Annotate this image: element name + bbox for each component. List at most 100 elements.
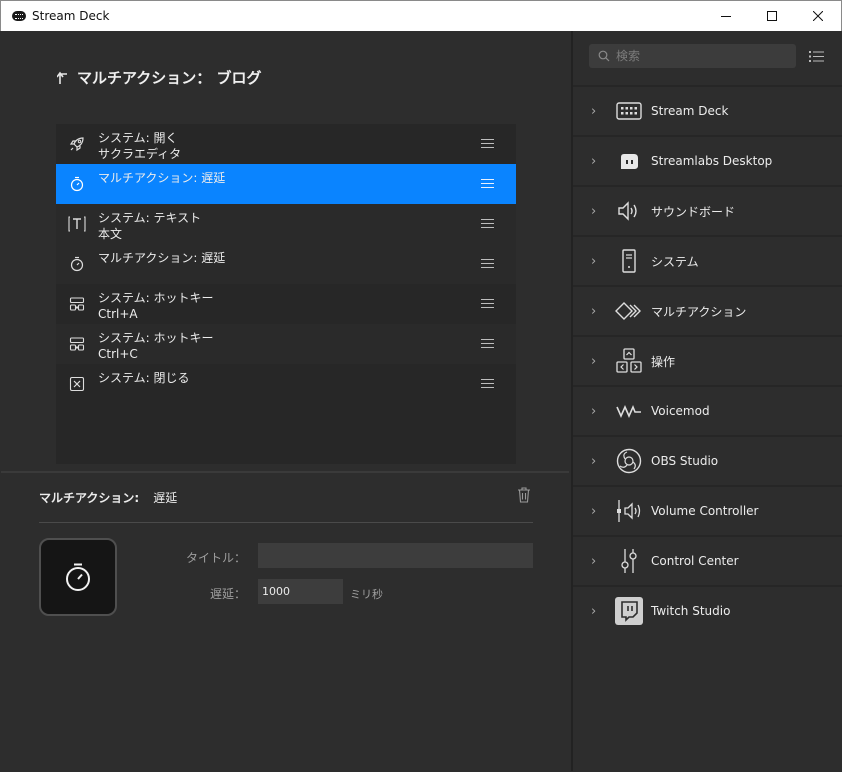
chevron-right-icon: › [591, 603, 597, 619]
key-preview[interactable] [39, 538, 117, 616]
action-name: システム: 閉じる [98, 371, 190, 385]
title-field[interactable] [258, 543, 533, 568]
action-name: システム: テキスト [98, 211, 202, 225]
title-field-label: タイトル： [185, 551, 246, 565]
category-navigation[interactable]: › 操作 [573, 335, 842, 385]
hotkey-icon [69, 297, 85, 311]
category-label: OBS Studio [651, 454, 719, 468]
drag-handle-icon[interactable] [481, 339, 494, 348]
stopwatch-icon [70, 176, 84, 192]
trash-icon[interactable] [517, 487, 531, 503]
inspector-title: マルチアクション: 遅延 [39, 489, 177, 506]
search-box[interactable] [589, 44, 796, 68]
multi-action-header: マルチアクション： ブログ [57, 67, 261, 88]
minimize-icon [721, 16, 731, 17]
search-input[interactable] [616, 49, 786, 63]
maximize-icon [767, 11, 777, 21]
action-detail: サクラエディタ [98, 147, 182, 161]
computer-icon [622, 249, 636, 273]
category-label: サウンドボード [651, 204, 736, 219]
stream-deck-app-icon [12, 11, 26, 21]
delay-unit: ミリ秒 [350, 588, 383, 601]
back-arrow-icon[interactable] [57, 71, 69, 85]
rocket-icon [69, 137, 84, 152]
delay-field[interactable] [258, 579, 343, 604]
category-twitch-studio[interactable]: › Twitch Studio [573, 585, 842, 635]
action-row-hotkey-c[interactable]: システム: ホットキー Ctrl+C [56, 324, 516, 364]
category-label: システム [651, 254, 699, 269]
hotkey-icon [69, 337, 85, 351]
action-row-text[interactable]: システム: テキスト 本文 [56, 204, 516, 244]
action-detail: Ctrl+C [98, 347, 138, 361]
category-label: Streamlabs Desktop [651, 154, 773, 168]
chevron-right-icon: › [591, 453, 597, 469]
category-volume-controller[interactable]: › Volume Controller [573, 485, 842, 535]
streamlabs-icon [621, 154, 638, 169]
category-label: Volume Controller [651, 504, 759, 518]
twitch-icon [615, 597, 643, 625]
navigation-icon [616, 348, 642, 373]
chevron-right-icon: › [591, 503, 597, 519]
action-row-close[interactable]: システム: 閉じる [56, 364, 516, 404]
action-detail: 本文 [98, 227, 123, 241]
text-icon [68, 216, 86, 232]
action-name: システム: ホットキー [98, 331, 214, 345]
action-list: システム: 開く サクラエディタ マルチアクション: 遅延 システム: テキスト本… [56, 124, 516, 464]
drag-handle-icon[interactable] [481, 299, 494, 308]
maximize-button[interactable] [749, 1, 795, 31]
minimize-button[interactable] [703, 1, 749, 31]
sliders-icon [621, 549, 637, 573]
category-system[interactable]: › システム [573, 235, 842, 285]
stopwatch-icon [66, 563, 90, 591]
action-row-hotkey-a[interactable]: システム: ホットキー Ctrl+A [56, 284, 516, 324]
panel-divider[interactable] [1, 471, 569, 473]
stream-deck-icon [616, 102, 642, 120]
category-label: Twitch Studio [651, 604, 731, 618]
multi-action-editor: マルチアクション： ブログ システム: 開く サクラエディタ マルチアクション: … [1, 31, 569, 771]
window-titlebar: Stream Deck [0, 0, 842, 31]
category-label: Stream Deck [651, 104, 729, 118]
category-soundboard[interactable]: › サウンドボード [573, 185, 842, 235]
drag-handle-icon[interactable] [481, 259, 494, 268]
category-obs-studio[interactable]: › OBS Studio [573, 435, 842, 485]
chevron-right-icon: › [591, 353, 597, 369]
action-name: システム: ホットキー [98, 291, 214, 305]
action-name: マルチアクション: 遅延 [98, 171, 226, 185]
category-label: Control Center [651, 554, 739, 568]
action-row-delay-selected[interactable]: マルチアクション: 遅延 [56, 164, 516, 204]
search-icon [598, 50, 610, 62]
chevron-right-icon: › [591, 153, 597, 169]
category-voicemod[interactable]: › Voicemod [573, 385, 842, 435]
close-window-button[interactable] [795, 1, 841, 31]
obs-icon [616, 448, 642, 474]
category-control-center[interactable]: › Control Center [573, 535, 842, 585]
close-icon [813, 11, 823, 21]
drag-handle-icon[interactable] [481, 179, 494, 188]
chevron-right-icon: › [591, 103, 597, 119]
chevron-right-icon: › [591, 553, 597, 569]
inspector-action-name: 遅延 [153, 491, 178, 505]
action-row-delay[interactable]: マルチアクション: 遅延 [56, 244, 516, 284]
window-title: Stream Deck [32, 9, 110, 23]
chevron-right-icon: › [591, 203, 597, 219]
action-row-open[interactable]: システム: 開く サクラエディタ [56, 124, 516, 164]
volume-controller-icon [617, 500, 641, 522]
category-multi-action[interactable]: › マルチアクション [573, 285, 842, 335]
category-label: マルチアクション [651, 304, 747, 319]
drag-handle-icon[interactable] [481, 139, 494, 148]
chevron-right-icon: › [591, 253, 597, 269]
actions-browser: › Stream Deck › Streamlabs Desktop › サウン… [571, 31, 842, 771]
close-app-icon [69, 376, 85, 392]
category-streamlabs[interactable]: › Streamlabs Desktop [573, 135, 842, 185]
chevron-right-icon: › [591, 403, 597, 419]
drag-handle-icon[interactable] [481, 219, 494, 228]
category-stream-deck[interactable]: › Stream Deck [573, 85, 842, 135]
action-detail: Ctrl+A [98, 307, 138, 321]
list-view-icon[interactable] [809, 50, 824, 63]
page-title: マルチアクション： ブログ [77, 69, 262, 87]
drag-handle-icon[interactable] [481, 379, 494, 388]
multi-action-icon [615, 302, 641, 320]
category-label: 操作 [651, 354, 676, 369]
inspector-separator [39, 522, 533, 523]
action-name: マルチアクション: 遅延 [98, 251, 226, 265]
